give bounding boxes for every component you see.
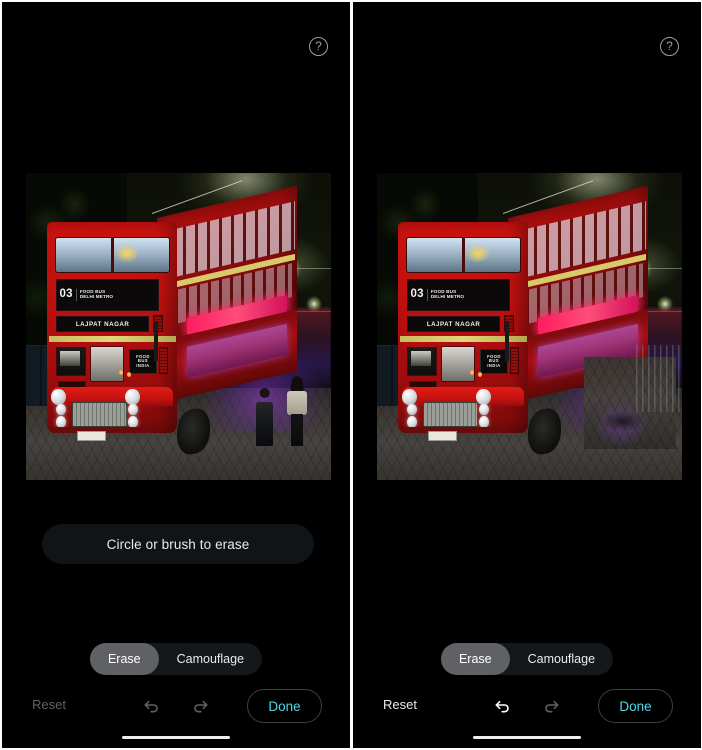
bus-radiator-grille xyxy=(72,401,127,427)
mode-option-camouflage[interactable]: Camouflage xyxy=(510,643,613,675)
bus-marker-light xyxy=(118,369,123,375)
help-circle-icon[interactable]: ? xyxy=(309,37,328,56)
bus-grab-pole xyxy=(504,320,509,362)
body-sign-line-3: INDIA xyxy=(136,362,150,368)
mode-option-camouflage[interactable]: Camouflage xyxy=(159,643,262,675)
headlight-icon xyxy=(402,388,417,405)
bus-cabin-window xyxy=(407,346,438,377)
bus-destination-text: LAJPAT NAGAR xyxy=(75,320,130,328)
food-bus-india-sign: FOOD BUS INDIA xyxy=(480,348,508,375)
bus-grab-pole xyxy=(153,320,158,362)
person-body xyxy=(255,401,274,447)
ground-shadow xyxy=(602,412,643,431)
mode-option-erase[interactable]: Erase xyxy=(89,643,159,675)
bus-route-text: FOOD BUS DELHI METRO xyxy=(430,289,465,300)
bottom-action-bar-before: Reset Done xyxy=(2,686,350,726)
background-fence xyxy=(636,344,682,413)
bus-route-board: 03 FOOD BUS DELHI METRO xyxy=(56,279,160,311)
headlight-icon xyxy=(407,403,418,416)
bus-side-vent xyxy=(510,346,520,375)
photo-canvas-after[interactable]: 03 FOOD BUS DELHI METRO LAJPAT NAGAR FOO… xyxy=(377,173,682,480)
redo-arrow-icon[interactable] xyxy=(538,692,564,718)
bus-rear-wheel xyxy=(177,406,210,458)
bus-route-number: 03 xyxy=(410,289,428,301)
bus-route-number: 03 xyxy=(59,289,77,301)
person-standing xyxy=(255,387,274,447)
mode-option-erase[interactable]: Erase xyxy=(440,643,510,675)
side-by-side-comparison: ? 03 FOOD BUS DELHI METRO LAJPAT NAGAR F… xyxy=(0,0,702,750)
photo-canvas-before[interactable]: 03 FOOD BUS DELHI METRO LAJPAT NAGAR FOO… xyxy=(26,173,331,480)
bus-upper-windshield xyxy=(406,237,521,274)
headlight-icon xyxy=(51,388,66,405)
undo-arrow-icon[interactable] xyxy=(139,692,165,718)
done-button[interactable]: Done xyxy=(247,689,322,723)
erase-hint-chip: Circle or brush to erase xyxy=(42,524,314,564)
bus-license-plate xyxy=(428,431,457,441)
bus-marker-light xyxy=(126,372,131,377)
bus-service-window xyxy=(90,345,125,382)
panel-after-erase: ? 03 FOOD BUS DELHI METRO LAJPAT NAGAR F… xyxy=(353,2,701,748)
photo-after: 03 FOOD BUS DELHI METRO LAJPAT NAGAR FOO… xyxy=(377,173,682,480)
undo-redo-group xyxy=(139,692,213,718)
person-standing xyxy=(287,375,307,447)
bus-destination-text: LAJPAT NAGAR xyxy=(426,320,481,328)
windshield-glow xyxy=(465,244,491,263)
bus-route-line-2: DELHI METRO xyxy=(430,294,465,300)
top-bar-after: ? xyxy=(353,2,701,82)
bus-upper-windshield xyxy=(55,237,170,274)
bus-marker-light xyxy=(477,372,482,377)
undo-redo-group xyxy=(490,692,564,718)
headlight-icon xyxy=(478,403,489,416)
done-button[interactable]: Done xyxy=(598,689,673,723)
windshield-glow xyxy=(114,244,140,263)
mode-toggle-after[interactable]: Erase Camouflage xyxy=(440,643,614,675)
top-bar-before: ? xyxy=(2,2,350,82)
bus-destination-board: LAJPAT NAGAR xyxy=(56,316,149,333)
bus-side-vent xyxy=(159,346,169,375)
home-indicator[interactable] xyxy=(122,735,230,739)
bus-destination-board: LAJPAT NAGAR xyxy=(407,316,500,333)
headlight-icon xyxy=(127,403,138,416)
bus-front-face: 03 FOOD BUS DELHI METRO LAJPAT NAGAR FOO… xyxy=(47,222,178,441)
redo-arrow-icon[interactable] xyxy=(187,692,213,718)
bus-cabin-window xyxy=(56,346,87,377)
bus-rear-wheel xyxy=(528,406,561,458)
panel-before-erase: ? 03 FOOD BUS DELHI METRO LAJPAT NAGAR F… xyxy=(2,2,350,748)
headlight-icon xyxy=(125,388,140,405)
bus-radiator-grille xyxy=(423,401,478,427)
bus-license-plate xyxy=(77,431,106,441)
person-body xyxy=(287,391,307,416)
photo-before: 03 FOOD BUS DELHI METRO LAJPAT NAGAR FOO… xyxy=(26,173,331,480)
bus-front-face: 03 FOOD BUS DELHI METRO LAJPAT NAGAR FOO… xyxy=(398,222,529,441)
bus-marker-light xyxy=(469,369,474,375)
mode-toggle-before[interactable]: Erase Camouflage xyxy=(89,643,263,675)
erase-hint-text: Circle or brush to erase xyxy=(106,536,250,552)
reset-button[interactable]: Reset xyxy=(383,697,417,712)
bus-route-board: 03 FOOD BUS DELHI METRO xyxy=(407,279,511,311)
headlight-icon xyxy=(476,388,491,405)
bus-route-line-2: DELHI METRO xyxy=(79,294,114,300)
bottom-action-bar-after: Reset Done xyxy=(353,686,701,726)
person-legs xyxy=(290,413,304,447)
food-bus-india-sign: FOOD BUS INDIA xyxy=(129,348,157,375)
body-sign-line-3: INDIA xyxy=(487,362,501,368)
bus-service-window xyxy=(441,345,476,382)
person-head xyxy=(259,387,270,399)
reset-button[interactable]: Reset xyxy=(32,697,66,712)
help-circle-icon[interactable]: ? xyxy=(660,37,679,56)
undo-arrow-icon[interactable] xyxy=(490,692,516,718)
home-indicator[interactable] xyxy=(473,735,581,739)
bus-route-text: FOOD BUS DELHI METRO xyxy=(79,289,114,300)
headlight-icon xyxy=(56,403,67,416)
